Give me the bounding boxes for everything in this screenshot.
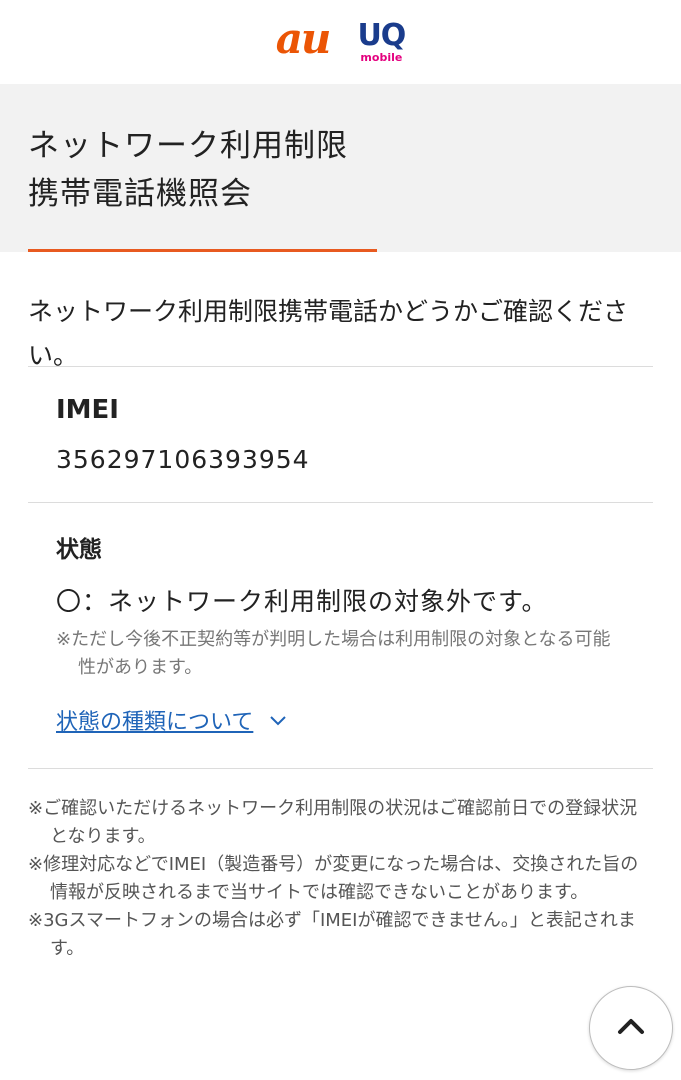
divider: [28, 366, 653, 367]
uq-logo-subtext: mobile: [360, 51, 403, 64]
note-item: ※修理対応などでIMEI（製造番号）が変更になった場合は、交換された旨の情報が反…: [28, 854, 639, 903]
status-note: ※ただし今後不正契約等が判明した場合は利用制限の対象となる可能性があります。: [56, 629, 611, 678]
chevron-up-icon: [614, 1009, 648, 1047]
page-title: ネットワーク利用制限 携帯電話機照会: [28, 122, 348, 218]
uq-mobile-logo[interactable]: UQ mobile: [357, 18, 406, 64]
note-item: ※ご確認いただけるネットワーク利用制限の状況はご確認前日での登録状況となります。: [28, 798, 638, 847]
notes-section: ※ご確認いただけるネットワーク利用制限の状況はご確認前日での登録状況となります。…: [0, 769, 681, 963]
scroll-to-top-button[interactable]: [589, 986, 673, 1070]
note-item: ※3Gスマートフォンの場合は必ず「IMEIが確認できません。」と表記されます。: [28, 910, 636, 959]
status-label: 状態: [56, 537, 102, 563]
page-title-band: ネットワーク利用制限 携帯電話機照会: [0, 84, 681, 252]
uq-logo-text: UQ: [357, 18, 406, 53]
site-header: au UQ mobile: [0, 0, 681, 84]
page-title-line1: ネットワーク利用制限: [28, 128, 348, 164]
page-title-line2: 携帯電話機照会: [28, 176, 252, 212]
status-types-toggle[interactable]: 状態の種類について: [56, 704, 625, 736]
intro-text: ネットワーク利用制限携帯電話かどうかご確認ください。: [28, 297, 629, 370]
imei-value: 356297106393954: [56, 445, 310, 474]
title-underline: [28, 249, 377, 252]
au-logo[interactable]: au: [276, 18, 332, 60]
status-text: 〇：ネットワーク利用制限の対象外です。: [56, 587, 548, 616]
imei-label: IMEI: [56, 395, 119, 425]
status-section: 状態 〇：ネットワーク利用制限の対象外です。 ※ただし今後不正契約等が判明した場…: [0, 530, 681, 736]
status-types-link[interactable]: 状態の種類について: [56, 704, 253, 736]
divider: [28, 502, 653, 503]
imei-section: IMEI 356297106393954: [0, 395, 681, 474]
chevron-down-icon[interactable]: [267, 709, 289, 731]
